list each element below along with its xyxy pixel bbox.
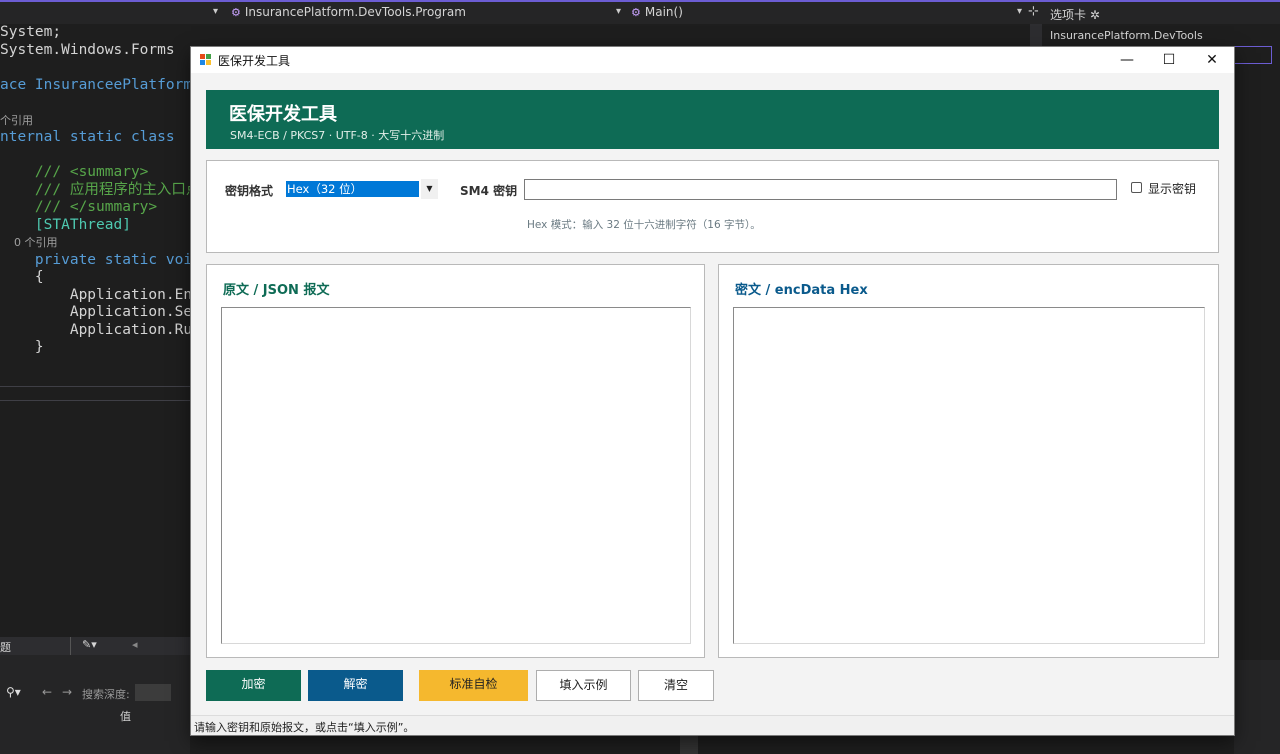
app-header-subtitle: SM4-ECB / PKCS7 · UTF-8 · 大写十六进制: [230, 129, 445, 142]
split-pin-icon[interactable]: ⊹: [1028, 4, 1039, 19]
key-format-hint: Hex 模式：输入 32 位十六进制字符（16 字节）。: [527, 219, 761, 231]
decrypt-button[interactable]: 解密: [308, 670, 403, 701]
code-line[interactable]: 个引用: [0, 112, 190, 130]
class-icon: ⚙: [231, 5, 241, 19]
app-window: 医保开发工具 — ☐ ✕ 医保开发工具 SM4-ECB / PKCS7 · UT…: [191, 47, 1234, 735]
encrypt-button[interactable]: 加密: [206, 670, 301, 701]
watch-window: ⚲▾ ← → 搜索深度: 值: [0, 655, 190, 754]
code-line[interactable]: [0, 147, 190, 165]
member-navigator-label: Main(): [644, 5, 683, 19]
code-line[interactable]: /// <summary>: [0, 164, 190, 182]
editor-divider: [0, 386, 190, 387]
show-key-label[interactable]: 显示密钥: [1148, 180, 1196, 197]
tool-window-tab-label[interactable]: 题: [0, 639, 11, 655]
bottom-tool-window-toolbar: 题 ✎▾ ◂: [0, 637, 190, 655]
ide-bottom-scrollbar[interactable]: [680, 735, 698, 754]
value-column-header: 值: [120, 710, 131, 723]
solution-item[interactable]: InsurancePlatform.DevTools: [1050, 29, 1203, 42]
toolbar-separator: [70, 637, 71, 655]
scroll-left-icon[interactable]: ◂: [132, 638, 138, 651]
code-line[interactable]: [0, 59, 190, 77]
self-test-button[interactable]: 标准自检: [419, 670, 528, 701]
ciphertext-panel-title: 密文 / encData Hex: [735, 283, 868, 298]
brush-icon[interactable]: ✎▾: [82, 638, 97, 651]
key-format-select[interactable]: Hex（32 位） ▼: [285, 179, 438, 199]
app-icon: [200, 54, 212, 66]
minimize-button[interactable]: —: [1106, 47, 1148, 73]
ide-right-bottom-pane: [1234, 660, 1280, 754]
class-navigator-label: InsurancePlatform.DevTools.Program: [244, 5, 466, 19]
app-header-title: 医保开发工具: [229, 104, 337, 125]
code-line[interactable]: Application.Se: [0, 304, 192, 322]
method-icon: ⚙: [631, 5, 641, 19]
code-line[interactable]: /// </summary>: [0, 199, 190, 217]
code-line[interactable]: ace InsuranceePlatform: [0, 77, 192, 95]
search-depth-dropdown[interactable]: [135, 684, 171, 701]
code-line[interactable]: Application.Ru: [0, 322, 192, 340]
key-format-selected-value: Hex（32 位）: [286, 181, 419, 197]
editor-divider-lower: [0, 400, 190, 401]
code-line[interactable]: }: [0, 339, 190, 357]
ciphertext-panel: 密文 / encData Hex: [718, 264, 1219, 658]
ciphertext-textarea[interactable]: [733, 307, 1205, 644]
tabs-panel-header[interactable]: 选项卡 ✲: [1050, 6, 1100, 23]
code-line[interactable]: Application.En: [0, 287, 192, 305]
code-line[interactable]: {: [0, 269, 190, 287]
member-dropdown-chevron-icon[interactable]: ▾: [1017, 6, 1022, 17]
title-bar[interactable]: 医保开发工具 — ☐ ✕: [191, 47, 1234, 73]
project-dropdown-chevron-icon[interactable]: ▾: [213, 6, 218, 17]
gear-icon[interactable]: ✲: [1090, 8, 1100, 22]
chevron-down-icon[interactable]: ▼: [421, 179, 438, 199]
fill-sample-button[interactable]: 填入示例: [536, 670, 631, 701]
code-line[interactable]: private static voi: [0, 252, 192, 270]
close-button[interactable]: ✕: [1191, 47, 1233, 73]
code-line[interactable]: [0, 94, 190, 112]
clear-button[interactable]: 清空: [638, 670, 714, 701]
window-title: 医保开发工具: [218, 54, 291, 68]
sm4-key-label: SM4 密钥: [460, 184, 518, 198]
code-line[interactable]: /// 应用程序的主入口点: [0, 182, 200, 200]
code-line[interactable]: [STAThread]: [0, 217, 190, 235]
plaintext-textarea[interactable]: [221, 307, 691, 644]
maximize-button[interactable]: ☐: [1148, 47, 1190, 73]
code-line[interactable]: System.Windows.Forms: [0, 42, 190, 60]
forward-arrow-icon[interactable]: →: [62, 685, 72, 699]
show-key-checkbox[interactable]: [1131, 182, 1142, 193]
member-navigator[interactable]: ⚙ Main(): [631, 5, 683, 19]
code-editor[interactable]: System; System.Windows.Forms ace Insurance…: [0, 24, 200, 357]
key-format-label: 密钥格式: [225, 184, 274, 198]
back-arrow-icon[interactable]: ←: [42, 685, 52, 699]
sm4-key-input[interactable]: [524, 179, 1117, 200]
code-line[interactable]: System;: [0, 24, 190, 42]
key-settings-panel: 密钥格式 Hex（32 位） ▼ SM4 密钥 显示密钥 Hex 模式：输入 3…: [206, 160, 1219, 253]
status-bar: 请输入密钥和原始报文，或点击“填入示例”。: [191, 715, 1234, 735]
code-line[interactable]: 0 个引用: [0, 234, 190, 252]
search-icon[interactable]: ⚲▾: [6, 685, 21, 699]
class-navigator[interactable]: ⚙ InsurancePlatform.DevTools.Program: [231, 5, 466, 19]
code-line[interactable]: nternal static class: [0, 129, 190, 147]
status-text: 请输入密钥和原始报文，或点击“填入示例”。: [194, 721, 415, 734]
plaintext-panel: 原文 / JSON 报文: [206, 264, 705, 658]
ide-navigation-bar: ▾ ⚙ InsurancePlatform.DevTools.Program ▾…: [0, 0, 1280, 24]
search-depth-label: 搜索深度:: [82, 688, 130, 701]
plaintext-panel-title: 原文 / JSON 报文: [223, 283, 330, 298]
app-header-banner: 医保开发工具 SM4-ECB / PKCS7 · UTF-8 · 大写十六进制: [206, 90, 1219, 149]
class-dropdown-chevron-icon[interactable]: ▾: [616, 6, 621, 17]
